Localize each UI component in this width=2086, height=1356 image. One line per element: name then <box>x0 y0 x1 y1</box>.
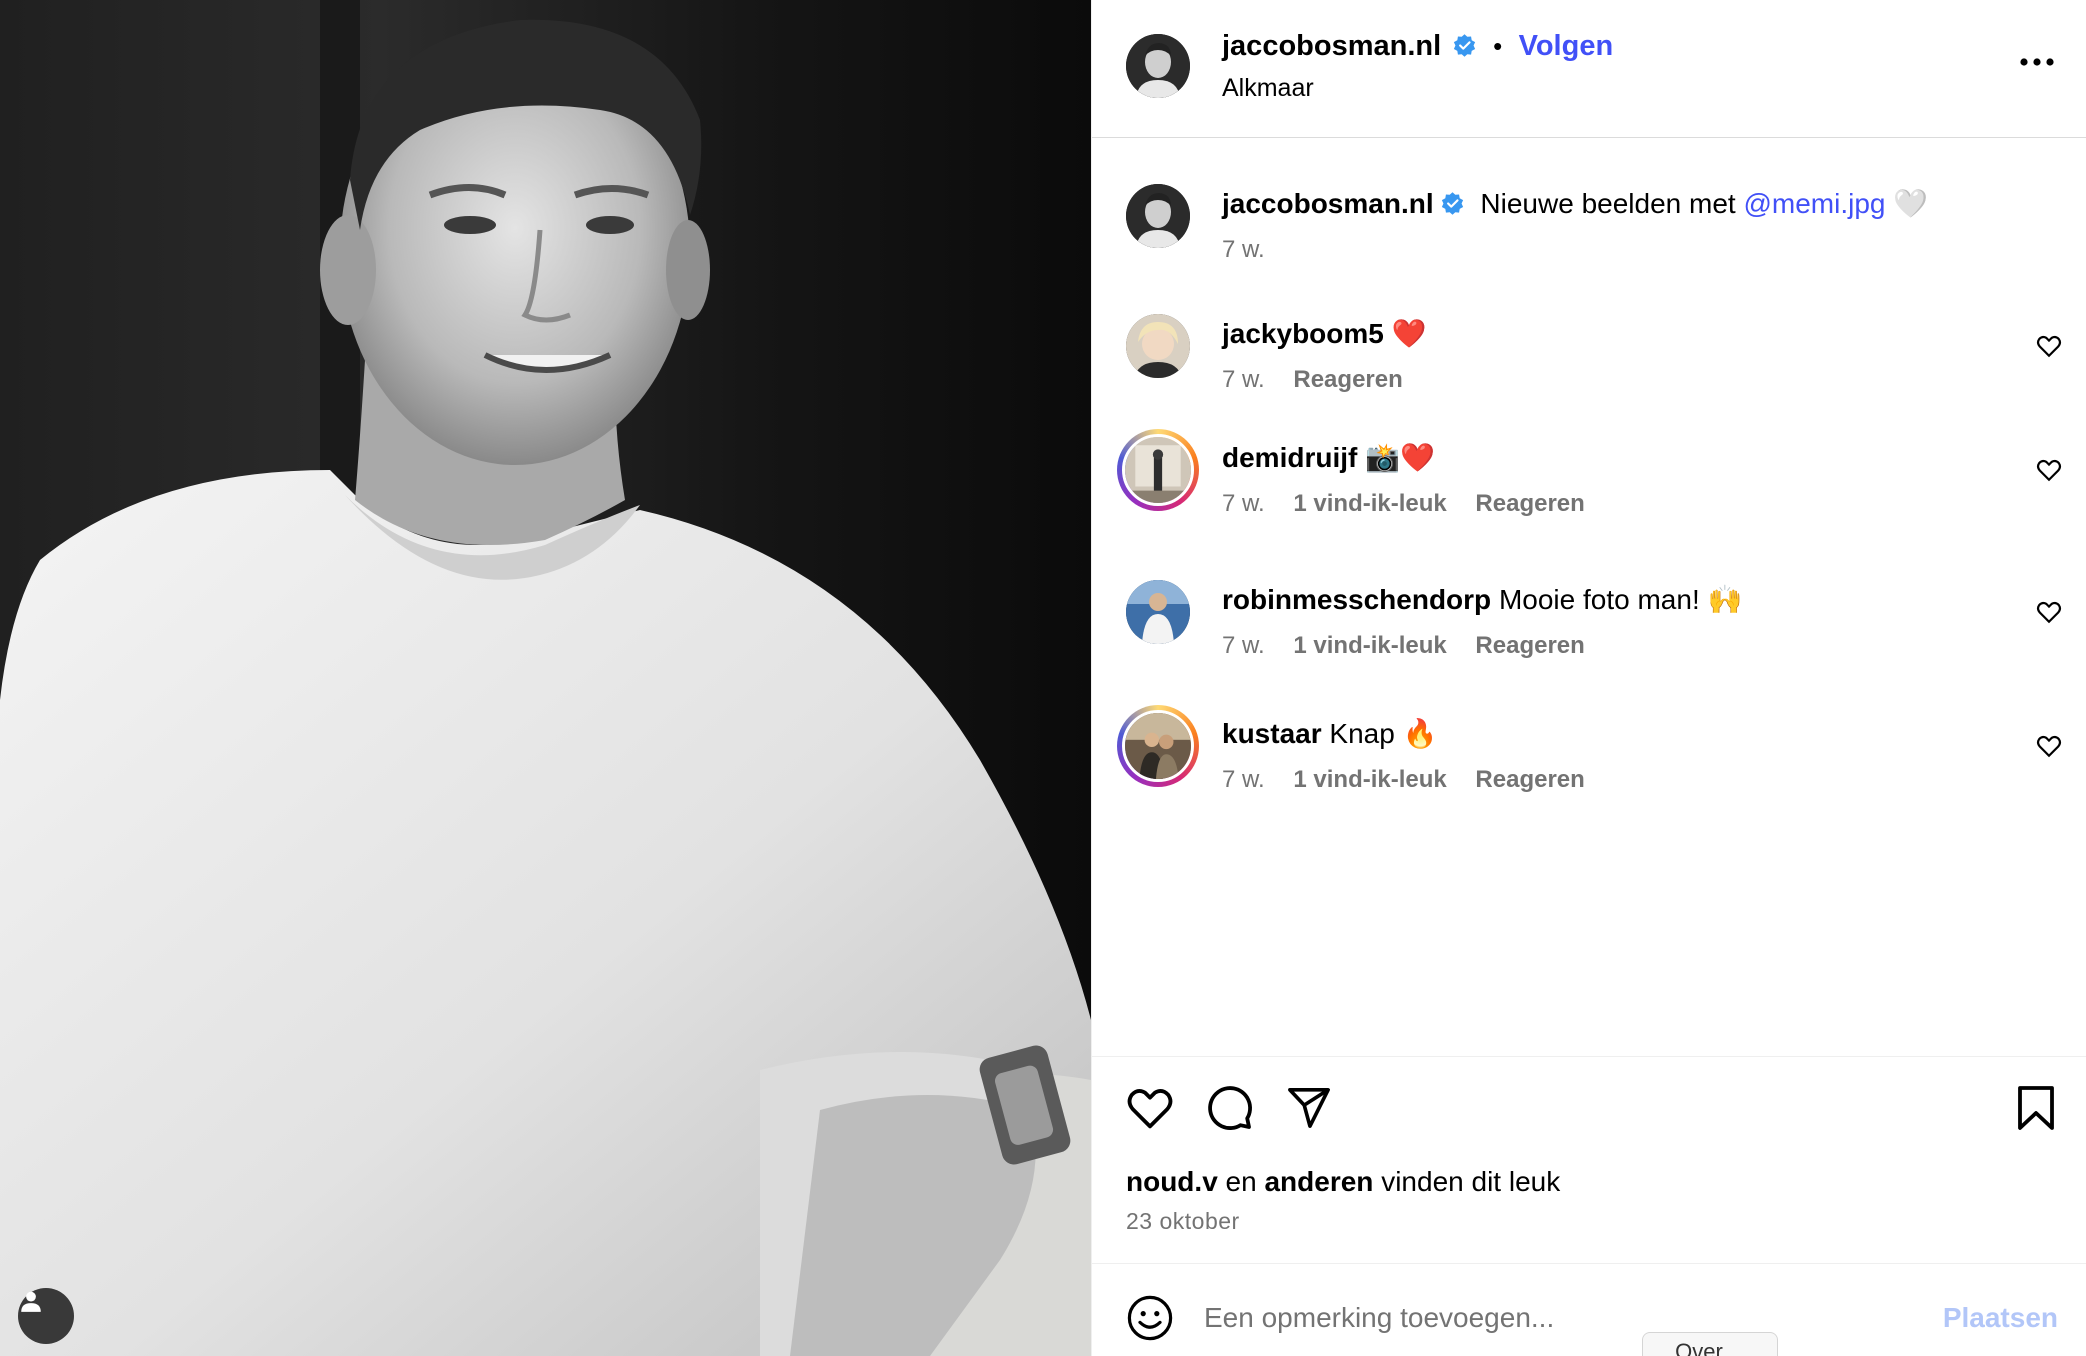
likes-summary: noud.v en anderen vinden dit leuk <box>1126 1166 1560 1198</box>
comment-item: demidruijf 📸❤️ 7 w. 1 vind-ik-leuk Reage… <box>1117 429 2062 528</box>
comment-text: ❤️ <box>1391 318 1427 349</box>
caption-username[interactable]: jaccobosman.nl <box>1222 188 1434 219</box>
caption-mention-link[interactable]: @memi.jpg <box>1743 188 1885 219</box>
commenter-avatar-story-ring[interactable] <box>1117 429 1199 511</box>
photo-illustration <box>0 0 1091 1356</box>
comment-like-count[interactable]: 1 vind-ik-leuk <box>1293 766 1446 793</box>
commenter-avatar[interactable] <box>1126 314 1190 378</box>
actions-divider <box>1092 1056 2086 1057</box>
floating-tooltip-tab: Over… <box>1642 1332 1778 1356</box>
user-tag-icon[interactable] <box>18 1288 74 1344</box>
comment-item: kustaar Knap 🔥 7 w. 1 vind-ik-leuk Reage… <box>1117 705 2062 804</box>
comment-like-icon[interactable] <box>2036 600 2062 624</box>
comment-age[interactable]: 7 w. <box>1222 632 1265 659</box>
comment-like-count[interactable]: 1 vind-ik-leuk <box>1293 632 1446 659</box>
bookmark-icon[interactable] <box>2016 1086 2056 1130</box>
like-icon[interactable] <box>1126 1086 1174 1130</box>
post-date[interactable]: 23 oktober <box>1126 1208 1240 1235</box>
comment-username[interactable]: demidruijf <box>1222 442 1357 473</box>
author-avatar[interactable] <box>1126 34 1190 98</box>
reply-button[interactable]: Reageren <box>1475 766 1584 793</box>
commenter-avatar-story-ring[interactable] <box>1117 705 1199 787</box>
post-side-panel: jaccobosman.nl • Volgen Alkmaar jaccobos… <box>1091 0 2086 1356</box>
more-options-icon[interactable] <box>2019 56 2055 68</box>
comment-text: Mooie foto man! 🙌 <box>1498 584 1743 615</box>
comment-text: Knap 🔥 <box>1329 718 1438 749</box>
caption-text: Nieuwe beelden met <box>1480 188 1744 219</box>
likes-first-user[interactable]: noud.v <box>1126 1166 1218 1197</box>
reply-button[interactable]: Reageren <box>1475 490 1584 517</box>
caption-author-avatar[interactable] <box>1126 184 1190 248</box>
comment-age[interactable]: 7 w. <box>1222 490 1265 517</box>
comment-item: jackyboom5 ❤️ 7 w. Reageren <box>1122 314 2062 404</box>
verified-badge-icon <box>1441 192 1463 215</box>
comment-like-icon[interactable] <box>2036 334 2062 358</box>
post-location[interactable]: Alkmaar <box>1222 74 1314 103</box>
separator-dot: • <box>1493 31 1503 61</box>
caption-age[interactable]: 7 w. <box>1222 236 1265 263</box>
comment-input[interactable] <box>1204 1296 1904 1340</box>
author-username[interactable]: jaccobosman.nl <box>1222 30 1441 62</box>
verified-badge-icon <box>1453 34 1475 57</box>
likes-others-link[interactable]: anderen <box>1264 1166 1373 1197</box>
reply-button[interactable]: Reageren <box>1475 632 1584 659</box>
post-comment-button[interactable]: Plaatsen <box>1943 1302 2058 1334</box>
likes-connector: en <box>1225 1166 1257 1197</box>
reply-button[interactable]: Reageren <box>1293 366 1402 393</box>
caption-emoji: 🤍 <box>1893 188 1929 219</box>
comment-like-count[interactable]: 1 vind-ik-leuk <box>1293 490 1446 517</box>
comment-username[interactable]: kustaar <box>1222 718 1322 749</box>
comment-username[interactable]: robinmesschendorp <box>1222 584 1491 615</box>
comment-like-icon[interactable] <box>2036 458 2062 482</box>
comment-username[interactable]: jackyboom5 <box>1222 318 1384 349</box>
comment-icon[interactable] <box>1206 1084 1254 1132</box>
post-photo[interactable] <box>0 0 1091 1356</box>
comment-like-icon[interactable] <box>2036 734 2062 758</box>
likes-suffix: vinden dit leuk <box>1381 1166 1561 1197</box>
post-caption: jaccobosman.nl Nieuwe beelden met @memi.… <box>1122 184 2062 274</box>
share-icon[interactable] <box>1286 1086 1332 1130</box>
comment-text: 📸❤️ <box>1365 442 1435 473</box>
comment-age[interactable]: 7 w. <box>1222 366 1265 393</box>
comment-item: robinmesschendorp Mooie foto man! 🙌 7 w.… <box>1122 580 2062 670</box>
follow-button[interactable]: Volgen <box>1519 30 1614 62</box>
post-header: jaccobosman.nl • Volgen Alkmaar <box>1092 0 2086 138</box>
comment-age[interactable]: 7 w. <box>1222 766 1265 793</box>
composer-divider <box>1092 1263 2086 1264</box>
emoji-icon[interactable] <box>1126 1294 1174 1342</box>
commenter-avatar[interactable] <box>1126 580 1190 644</box>
